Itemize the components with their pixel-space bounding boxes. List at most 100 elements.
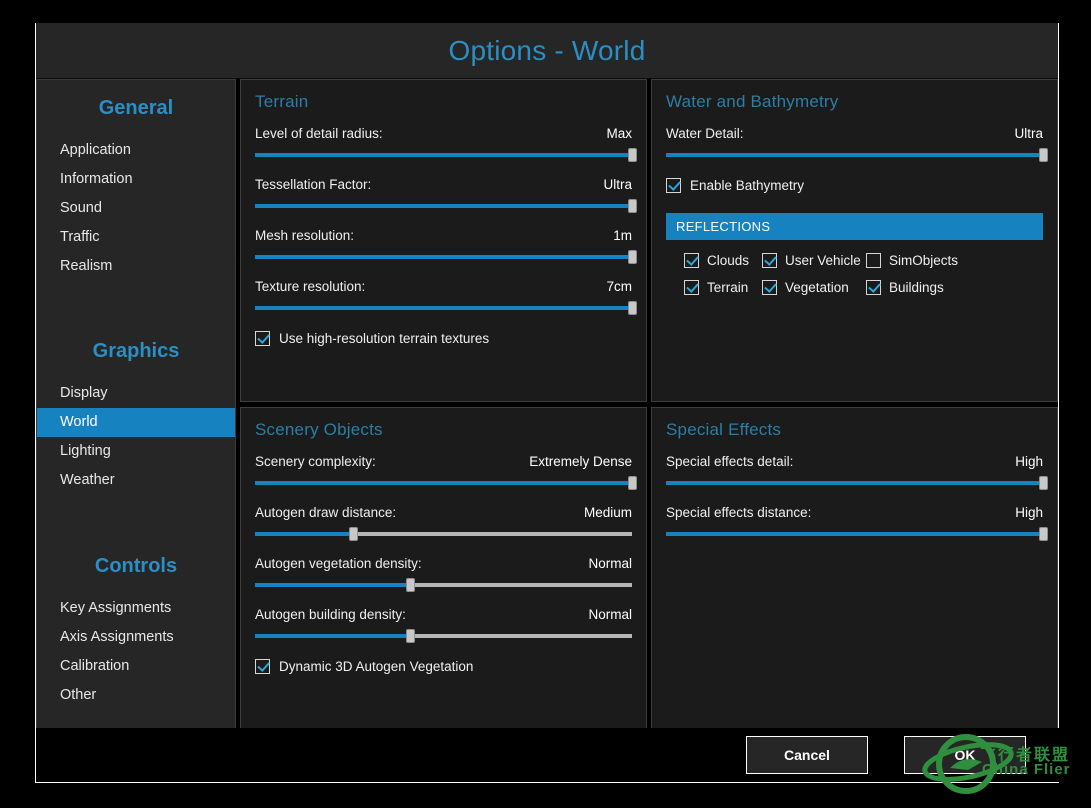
checkbox-use-high-resolution-terrain-textures[interactable]: Use high-resolution terrain textures [255, 331, 632, 346]
sidebar-heading-graphics: Graphics [92, 340, 180, 362]
checkbox-icon[interactable] [684, 280, 699, 295]
slider-value: Extremely Dense [529, 453, 632, 469]
panel-water-and-bathymetry: Water and Bathymetry Water Detail: Ultra… [651, 79, 1058, 402]
panel-title-special-effects: Special Effects [666, 419, 782, 439]
panel-title-terrain: Terrain [255, 92, 309, 111]
checkbox-label: Buildings [889, 280, 944, 295]
slider-track[interactable] [255, 148, 637, 162]
checkbox-icon[interactable] [866, 253, 881, 268]
sidebar-item-lighting[interactable]: Lighting [37, 437, 235, 466]
checkbox-enable-bathymetry[interactable]: Enable Bathymetry [666, 178, 1043, 193]
slider-track-fill [255, 480, 632, 485]
sidebar-heading-general: General [98, 97, 174, 119]
sidebar-item-calibration[interactable]: Calibration [37, 652, 235, 681]
sidebar-item-realism[interactable]: Realism [37, 252, 235, 281]
slider-thumb[interactable] [1039, 526, 1048, 541]
slider-track[interactable] [255, 526, 632, 541]
ok-button[interactable]: OK [904, 736, 1026, 774]
slider-track[interactable] [666, 475, 1048, 490]
panel-title-water: Water and Bathymetry [666, 92, 839, 111]
checkbox-label: Vegetation [785, 280, 849, 295]
checkbox-icon[interactable] [866, 280, 881, 295]
slider-scenery-complexity[interactable]: Scenery complexity: Extremely Dense [255, 453, 637, 490]
slider-texture-resolution[interactable]: Texture resolution: 7cm [255, 279, 637, 315]
checkbox-icon[interactable] [255, 658, 270, 674]
slider-track[interactable] [255, 475, 637, 490]
slider-track-fill [255, 204, 632, 208]
reflections-checkbox-grid: Clouds User Vehicle SimObjects Terrain V… [666, 253, 1043, 295]
slider-value: Normal [588, 606, 632, 622]
checkbox-label: SimObjects [889, 253, 959, 268]
sidebar-item-sound[interactable]: Sound [37, 194, 235, 223]
sidebar-item-display[interactable]: Display [37, 379, 235, 408]
checkbox-reflection-simobjects[interactable]: SimObjects [866, 253, 1043, 268]
slider-special-effects-distance[interactable]: Special effects distance: High [666, 504, 1048, 541]
sidebar-item-weather[interactable]: Weather [37, 466, 235, 495]
slider-thumb[interactable] [405, 577, 415, 592]
slider-thumb[interactable] [1039, 475, 1048, 490]
checkbox-label: Dynamic 3D Autogen Vegetation [279, 658, 474, 674]
slider-thumb[interactable] [628, 199, 637, 213]
slider-value: Ultra [603, 177, 632, 192]
slider-label: Special effects detail: [666, 453, 794, 469]
cancel-button[interactable]: Cancel [746, 736, 868, 774]
slider-track[interactable] [666, 526, 1048, 541]
slider-track[interactable] [255, 199, 637, 213]
slider-level-of-detail-radius[interactable]: Level of detail radius: Max [255, 126, 637, 162]
slider-thumb[interactable] [628, 475, 637, 490]
slider-thumb[interactable] [628, 148, 637, 162]
sidebar-item-world[interactable]: World [37, 408, 235, 437]
slider-track-fill [666, 531, 1043, 536]
slider-track[interactable] [666, 148, 1048, 162]
slider-track[interactable] [255, 250, 637, 264]
checkbox-icon[interactable] [762, 253, 777, 268]
sidebar-item-key-assignments[interactable]: Key Assignments [37, 594, 235, 623]
sidebar-item-application[interactable]: Application [37, 136, 235, 165]
slider-special-effects-detail[interactable]: Special effects detail: High [666, 453, 1048, 490]
slider-label: Mesh resolution: [255, 228, 355, 243]
sidebar-item-traffic[interactable]: Traffic [37, 223, 235, 252]
slider-thumb[interactable] [1039, 148, 1048, 162]
slider-value: High [1015, 453, 1043, 469]
checkbox-reflection-clouds[interactable]: Clouds [684, 253, 758, 268]
checkbox-icon[interactable] [255, 331, 270, 346]
slider-water-detail[interactable]: Water Detail: Ultra [666, 126, 1048, 162]
checkbox-reflection-buildings[interactable]: Buildings [866, 280, 1043, 295]
panel-grid: Terrain Level of detail radius: Max Tess… [240, 79, 1060, 729]
checkbox-label: Terrain [707, 280, 749, 295]
slider-autogen-draw-distance[interactable]: Autogen draw distance: Medium [255, 505, 632, 541]
sidebar-item-information[interactable]: Information [37, 165, 235, 194]
slider-track-fill [255, 306, 632, 310]
checkbox-reflection-vegetation[interactable]: Vegetation [762, 280, 862, 295]
title-bar: Options - World [36, 23, 1058, 79]
slider-thumb[interactable] [405, 628, 415, 643]
options-dialog: Options - World General Application Info… [35, 23, 1060, 783]
checkbox-reflection-user-vehicle[interactable]: User Vehicle [762, 253, 862, 268]
slider-track-fill [666, 480, 1043, 485]
panel-special-effects: Special Effects Special effects detail: … [651, 406, 1058, 729]
checkbox-label: Enable Bathymetry [690, 178, 805, 193]
checkbox-icon[interactable] [684, 253, 699, 268]
checkbox-reflection-terrain[interactable]: Terrain [684, 280, 758, 295]
slider-mesh-resolution[interactable]: Mesh resolution: 1m [255, 228, 637, 264]
sidebar-item-other[interactable]: Other [37, 681, 235, 710]
section-header-reflections: REFLECTIONS [666, 213, 1043, 240]
slider-thumb[interactable] [628, 250, 637, 264]
checkbox-icon[interactable] [762, 280, 777, 295]
slider-track-fill [666, 153, 1043, 157]
slider-value: High [1015, 504, 1043, 520]
slider-thumb[interactable] [349, 526, 359, 541]
checkbox-dynamic-3d-autogen-vegetation[interactable]: Dynamic 3D Autogen Vegetation [255, 658, 632, 674]
slider-label: Tessellation Factor: [255, 177, 372, 192]
panel-scenery-objects: Scenery Objects Scenery complexity: Extr… [240, 406, 647, 729]
checkbox-icon[interactable] [666, 178, 681, 193]
slider-track[interactable] [255, 628, 632, 643]
slider-track[interactable] [255, 577, 632, 592]
slider-autogen-vegetation-density[interactable]: Autogen vegetation density: Normal [255, 556, 632, 592]
sidebar-item-axis-assignments[interactable]: Axis Assignments [37, 623, 235, 652]
slider-thumb[interactable] [628, 301, 637, 315]
slider-autogen-building-density[interactable]: Autogen building density: Normal [255, 607, 632, 643]
checkbox-label: Clouds [707, 253, 750, 268]
slider-track[interactable] [255, 301, 637, 315]
slider-tessellation-factor[interactable]: Tessellation Factor: Ultra [255, 177, 637, 213]
